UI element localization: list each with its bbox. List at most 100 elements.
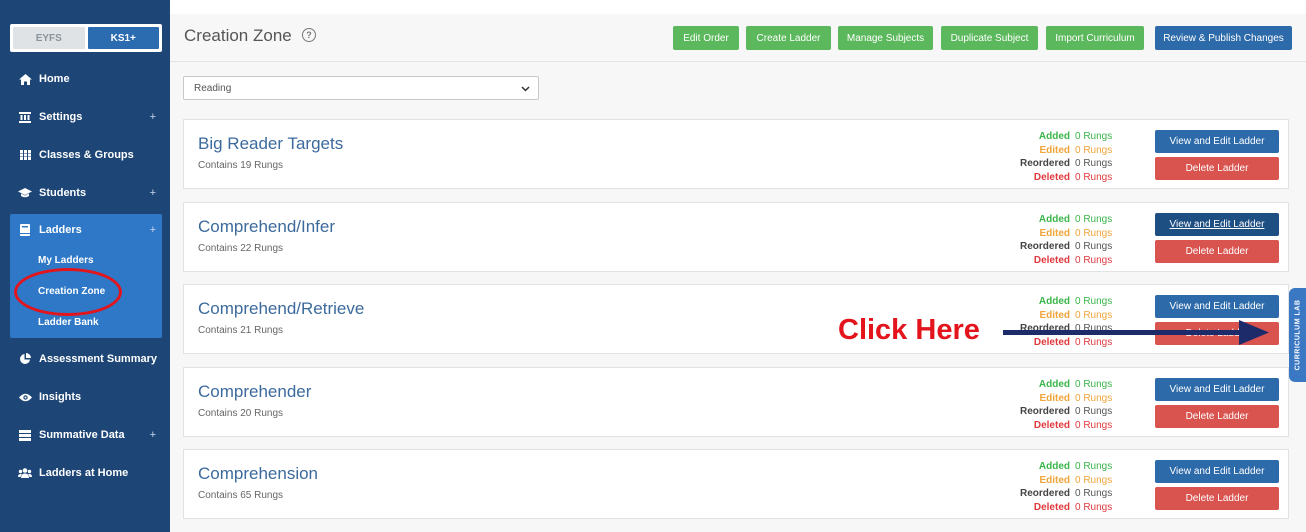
stat-deleted-label: Deleted <box>1033 172 1070 184</box>
server-icon <box>18 429 32 441</box>
ladder-rung-count: Contains 65 Rungs <box>198 490 284 501</box>
stat-deleted-value: 0 Rungs <box>1075 502 1113 514</box>
sidebar-item-label: Insights <box>39 391 82 403</box>
stat-edited-label: Edited <box>1039 392 1070 404</box>
annotation-click-here: Click Here <box>838 314 980 346</box>
level-ks1-tab[interactable]: KS1+ <box>87 27 159 49</box>
stat-reordered-label: Reordered <box>1019 488 1070 500</box>
view-edit-ladder-button[interactable]: View and Edit Ladder <box>1155 460 1279 483</box>
graduation-cap-icon <box>18 187 32 199</box>
view-edit-ladder-button[interactable]: View and Edit Ladder <box>1155 295 1279 318</box>
ladder-card: Comprehension Contains 65 Rungs Added 0 R… <box>183 449 1289 519</box>
sidebar-item-insights[interactable]: Insights <box>0 383 170 411</box>
duplicate-subject-button[interactable]: Duplicate Subject <box>941 26 1038 50</box>
stat-reordered-value: 0 Rungs <box>1075 241 1113 253</box>
ladder-rung-count: Contains 20 Rungs <box>198 408 284 419</box>
delete-ladder-button[interactable]: Delete Ladder <box>1155 240 1279 263</box>
stat-added-label: Added <box>1038 131 1070 142</box>
sidebar-item-label: Assessment Summary <box>39 353 158 365</box>
ladder-card: Big Reader Targets Contains 19 Rungs Add… <box>183 119 1289 189</box>
level-switch: EYFS KS1+ <box>10 24 162 52</box>
ladder-title[interactable]: Comprehender <box>198 382 311 402</box>
ladder-rung-count: Contains 19 Rungs <box>198 160 284 171</box>
expand-icon[interactable]: + <box>150 187 156 199</box>
stat-added-label: Added <box>1038 214 1070 225</box>
stat-deleted-label: Deleted <box>1033 502 1070 514</box>
sidebar-item-home[interactable]: Home <box>0 65 170 93</box>
import-curriculum-button[interactable]: Import Curriculum <box>1046 26 1144 50</box>
sidebar-item-settings[interactable]: Settings + <box>0 103 170 131</box>
sidebar-item-students[interactable]: Students + <box>0 179 170 207</box>
ladder-card: Comprehender Contains 20 Rungs Added 0 Ru… <box>183 367 1289 437</box>
sidebar-subitem-ladder-bank[interactable]: Ladder Bank <box>38 317 99 328</box>
level-eyfs-tab[interactable]: EYFS <box>13 27 85 49</box>
ladder-title[interactable]: Big Reader Targets <box>198 134 343 154</box>
ladder-change-stats: Added 0 Rungs Edited 0 Rungs Reordered 0 Ru… <box>1004 378 1154 433</box>
view-edit-ladder-button[interactable]: View and Edit Ladder <box>1155 130 1279 153</box>
stat-reordered-value: 0 Rungs <box>1075 158 1113 170</box>
sidebar-item-assessment-summary[interactable]: Assessment Summary <box>0 345 170 373</box>
page-title: Creation Zone <box>184 26 292 45</box>
stat-deleted-value: 0 Rungs <box>1075 172 1113 184</box>
stat-added-value: 0 Rungs <box>1075 131 1113 142</box>
review-publish-button[interactable]: Review & Publish Changes <box>1155 26 1292 50</box>
curriculum-lab-tab[interactable]: CURRICULUM LAB <box>1289 288 1306 382</box>
sidebar-item-ladders[interactable]: Ladders + <box>10 216 162 244</box>
expand-icon[interactable]: + <box>150 429 156 441</box>
sidebar-item-ladders-at-home[interactable]: Ladders at Home <box>0 459 170 487</box>
ladder-title[interactable]: Comprehend/Infer <box>198 217 335 237</box>
subject-select[interactable]: Reading <box>183 76 539 100</box>
sidebar-item-label: Students <box>39 187 87 199</box>
delete-ladder-button[interactable]: Delete Ladder <box>1155 487 1279 510</box>
sidebar-subitem-my-ladders[interactable]: My Ladders <box>38 255 94 266</box>
stat-reordered-label: Reordered <box>1019 241 1070 253</box>
view-edit-ladder-button[interactable]: View and Edit Ladder <box>1155 378 1279 401</box>
stat-edited-value: 0 Rungs <box>1075 144 1113 156</box>
edit-order-button[interactable]: Edit Order <box>673 26 739 50</box>
sidebar-item-summative-data[interactable]: Summative Data + <box>0 421 170 449</box>
stat-deleted-value: 0 Rungs <box>1075 420 1113 432</box>
ladder-change-stats: Added 0 Rungs Edited 0 Rungs Reordered 0 Ru… <box>1004 213 1154 268</box>
stat-reordered-label: Reordered <box>1019 158 1070 170</box>
stat-deleted-label: Deleted <box>1033 420 1070 432</box>
ladder-change-stats: Added 0 Rungs Edited 0 Rungs Reordered 0 Ru… <box>1004 460 1154 515</box>
bank-icon <box>18 111 32 123</box>
stat-added-value: 0 Rungs <box>1075 296 1113 307</box>
stat-deleted-value: 0 Rungs <box>1075 255 1113 267</box>
stat-added-value: 0 Rungs <box>1075 461 1113 472</box>
top-bar: Creation Zone ? Edit Order Create Ladder… <box>170 14 1306 62</box>
sidebar: EYFS KS1+ Home Settings + Classes & Grou… <box>0 0 170 532</box>
stat-deleted-label: Deleted <box>1033 255 1070 267</box>
stat-reordered-value: 0 Rungs <box>1075 488 1113 500</box>
ladder-rung-count: Contains 21 Rungs <box>198 325 284 336</box>
help-icon[interactable]: ? <box>302 28 316 42</box>
ladder-change-stats: Added 0 Rungs Edited 0 Rungs Reordered 0 Ru… <box>1004 130 1154 185</box>
chevron-down-icon <box>521 84 530 95</box>
stat-edited-label: Edited <box>1039 144 1070 156</box>
stat-reordered-label: Reordered <box>1019 406 1070 418</box>
sidebar-item-label: Classes & Groups <box>39 149 134 161</box>
stat-edited-value: 0 Rungs <box>1075 392 1113 404</box>
book-icon <box>18 224 32 236</box>
sidebar-item-label: Ladders <box>39 224 82 236</box>
delete-ladder-button[interactable]: Delete Ladder <box>1155 157 1279 180</box>
subject-select-value: Reading <box>194 82 232 94</box>
ladder-card: Comprehend/Infer Contains 22 Rungs Added… <box>183 202 1289 272</box>
ladder-title[interactable]: Comprehend/Retrieve <box>198 299 364 319</box>
stat-added-label: Added <box>1038 461 1070 472</box>
sidebar-item-classes-groups[interactable]: Classes & Groups <box>0 141 170 169</box>
stat-edited-value: 0 Rungs <box>1075 227 1113 239</box>
create-ladder-button[interactable]: Create Ladder <box>746 26 831 50</box>
delete-ladder-button[interactable]: Delete Ladder <box>1155 405 1279 428</box>
view-edit-ladder-button[interactable]: View and Edit Ladder <box>1155 213 1279 236</box>
annotation-circle <box>14 268 122 316</box>
expand-icon[interactable]: + <box>150 224 156 236</box>
stat-added-value: 0 Rungs <box>1075 214 1113 225</box>
stat-added-label: Added <box>1038 379 1070 390</box>
ladder-title[interactable]: Comprehension <box>198 464 318 484</box>
expand-icon[interactable]: + <box>150 111 156 123</box>
curriculum-lab-label: CURRICULUM LAB <box>1294 299 1301 371</box>
stat-added-value: 0 Rungs <box>1075 379 1113 390</box>
manage-subjects-button[interactable]: Manage Subjects <box>838 26 933 50</box>
eye-icon <box>18 391 32 403</box>
